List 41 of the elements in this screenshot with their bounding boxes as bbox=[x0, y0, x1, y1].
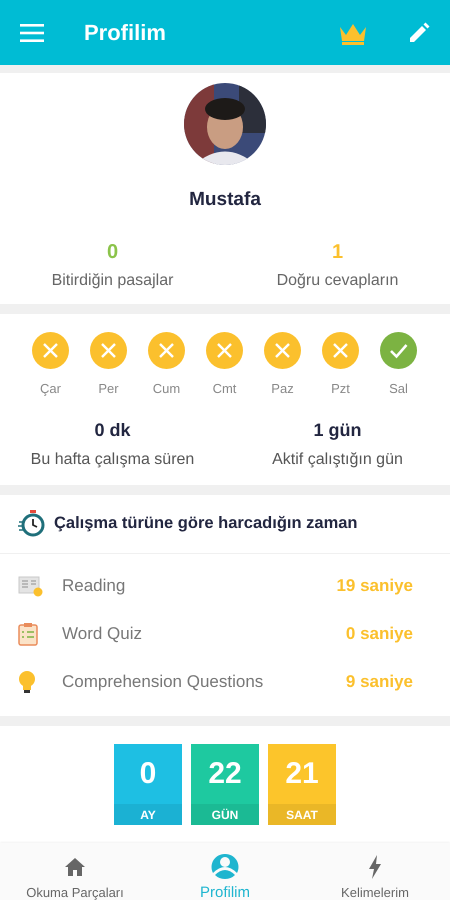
nav-tab[interactable]: Kelimelerim bbox=[300, 843, 450, 900]
countdown-value: 0 bbox=[138, 756, 158, 792]
day-label: Pzt bbox=[331, 381, 350, 396]
stat-label: Aktif çalıştığın gün bbox=[272, 451, 403, 469]
day-label: Cmt bbox=[212, 381, 236, 396]
nav-tab[interactable]: Okuma Parçaları bbox=[0, 843, 150, 900]
stat-label: Bitirdiğin pasajlar bbox=[52, 272, 174, 290]
activity-duration: 0 saniye bbox=[346, 624, 413, 644]
countdown-value: 21 bbox=[284, 756, 320, 792]
section-title: Çalışma türüne göre harcadığın zaman bbox=[54, 514, 358, 532]
stopwatch-icon bbox=[18, 509, 46, 537]
document-icon bbox=[18, 575, 44, 597]
stat-value: 0 bbox=[106, 241, 118, 264]
screen-title: Profilim bbox=[84, 20, 167, 46]
day-label: Sal bbox=[389, 381, 408, 396]
lightbulb-icon bbox=[18, 670, 36, 694]
edit-icon[interactable] bbox=[408, 22, 430, 44]
activity-label: Word Quiz bbox=[62, 624, 143, 644]
day-label: Paz bbox=[271, 381, 294, 396]
countdown-unit: SAAT bbox=[268, 804, 336, 825]
stat-value: 0 dk bbox=[94, 420, 131, 441]
activity-duration: 9 saniye bbox=[346, 672, 413, 692]
lightning-icon bbox=[368, 854, 382, 878]
stat-label: Bu hafta çalışma süren bbox=[30, 451, 194, 469]
countdown-unit: GÜN bbox=[191, 804, 259, 825]
home-icon bbox=[64, 856, 86, 876]
activity-label: Reading bbox=[62, 576, 126, 596]
day-label: Per bbox=[98, 381, 119, 396]
menu-icon[interactable] bbox=[20, 24, 44, 42]
countdown-value: 22 bbox=[207, 756, 243, 792]
clipboard-icon bbox=[18, 622, 38, 646]
stat-value: 1 bbox=[332, 241, 344, 264]
activity-duration: 19 saniye bbox=[336, 576, 413, 596]
user-name: Mustafa bbox=[189, 189, 261, 211]
day-label: Cum bbox=[152, 381, 180, 396]
stat-value: 1 gün bbox=[314, 420, 362, 441]
stat-label: Doğru cevapların bbox=[276, 272, 398, 290]
day-label: Çar bbox=[40, 381, 61, 396]
person-icon bbox=[211, 852, 239, 878]
countdown-unit: AY bbox=[114, 804, 182, 825]
activity-label: Comprehension Questions bbox=[62, 672, 264, 692]
